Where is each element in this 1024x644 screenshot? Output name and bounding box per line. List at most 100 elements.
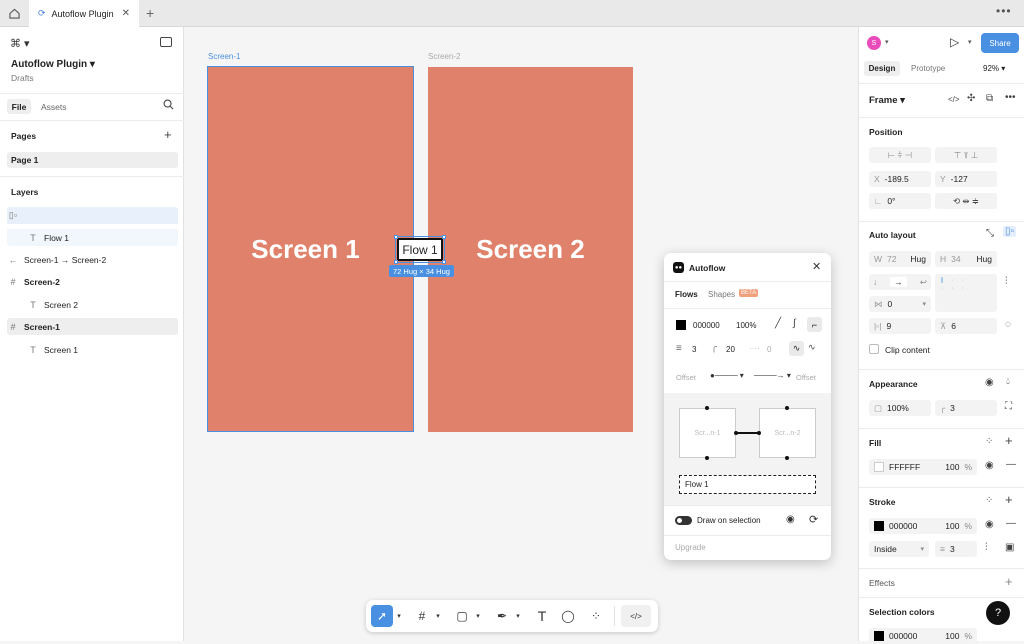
color-swatch[interactable] <box>676 320 686 330</box>
eye-icon[interactable]: ◉ <box>985 460 994 471</box>
share-button[interactable]: Share <box>981 33 1019 53</box>
stroke-settings-icon[interactable]: ⫶ <box>985 542 988 553</box>
layer-screen-1-text[interactable]: T Screen 1 <box>7 341 178 358</box>
layer-autolayout-frame[interactable]: ▯▫ <box>7 207 178 224</box>
align-horizontal-group[interactable]: ⊢ ⫩ ⊣ <box>869 147 931 163</box>
flow-name-input[interactable]: Flow 1 <box>679 475 816 494</box>
sidebar-toggle-icon[interactable] <box>160 37 172 47</box>
transform-group[interactable]: ⟲ ⇹ ≑ <box>935 193 997 209</box>
eye-icon[interactable]: ◉ <box>786 514 795 525</box>
gap-field[interactable]: ⋈ 0 ▾ <box>869 296 931 312</box>
frame-screen-2[interactable]: Screen 2 <box>428 67 633 432</box>
frame-screen-1[interactable]: Screen 1 <box>207 66 414 432</box>
comment-tool-icon[interactable]: ◯ <box>558 605 578 627</box>
resize-handle-tr[interactable] <box>442 235 446 239</box>
layer-flow-1[interactable]: T Flow 1 <box>7 229 178 246</box>
add-page-icon[interactable]: + <box>164 127 172 142</box>
stroke-weight-field[interactable]: ≡ 3 <box>935 541 977 557</box>
upgrade-link[interactable]: Upgrade <box>675 543 706 552</box>
close-icon[interactable]: ✕ <box>812 260 821 273</box>
padding-vertical-field[interactable]: ⊼ 6 <box>935 318 997 334</box>
page-item-1[interactable]: Page 1 <box>7 152 178 168</box>
independent-corners-icon[interactable]: ⛶ <box>1005 401 1012 412</box>
dash-value[interactable]: 0 <box>767 345 771 354</box>
tab-design[interactable]: Design <box>864 61 900 76</box>
frame-label-screen-1[interactable]: Screen-1 <box>208 52 240 61</box>
start-cap-select[interactable]: ●──── ▾ <box>710 371 744 380</box>
clip-content-checkbox[interactable] <box>869 344 879 354</box>
main-menu-icon[interactable]: ⌘ ▾ <box>10 37 30 50</box>
color-opacity[interactable]: 100% <box>736 321 756 330</box>
elbow-line-icon[interactable]: ⌐ <box>807 317 822 332</box>
text-tool-icon[interactable]: T <box>532 605 552 627</box>
help-icon[interactable]: ? <box>986 601 1010 625</box>
chevron-down-icon[interactable]: ▾ <box>474 605 482 627</box>
direction-group[interactable]: ↓ → ↩ <box>869 274 931 290</box>
layer-screen-2-frame[interactable]: # Screen-2 <box>7 273 178 290</box>
play-icon[interactable]: ▷ <box>950 35 959 49</box>
add-stroke-icon[interactable]: + <box>1005 492 1013 507</box>
tab-file[interactable]: File <box>7 99 31 114</box>
styles-icon[interactable]: ⁘ <box>985 436 993 447</box>
frame-tool-icon[interactable]: # <box>412 605 432 627</box>
tab-flows[interactable]: Flows <box>675 290 698 299</box>
flow-label-node[interactable]: Flow 1 <box>395 236 445 263</box>
dev-mode-toggle[interactable]: </> <box>621 605 651 627</box>
fill-field[interactable]: FFFFFF 100% <box>869 459 977 475</box>
width-field[interactable]: W 72 Hug <box>869 251 931 267</box>
y-field[interactable]: Y -127 <box>935 171 997 187</box>
add-fill-icon[interactable]: + <box>1005 433 1013 448</box>
rectangle-tool-icon[interactable]: ▢ <box>452 605 472 627</box>
home-icon[interactable] <box>0 0 28 27</box>
corner-radius-value[interactable]: 20 <box>726 345 735 354</box>
refresh-icon[interactable]: ⟳ <box>809 513 818 526</box>
frame-label-screen-2[interactable]: Screen-2 <box>428 52 460 61</box>
code-icon[interactable]: </> <box>948 95 960 104</box>
alignment-grid[interactable]: ⫾·· ··· <box>935 274 997 312</box>
frame-type-select[interactable]: Frame ▾ <box>869 95 905 106</box>
color-hex[interactable]: 000000 <box>693 321 720 330</box>
stroke-sides-icon[interactable]: ▣ <box>1005 542 1014 553</box>
blend-mode-icon[interactable]: 💧︎ <box>1006 376 1010 387</box>
advanced-settings-icon[interactable]: ⫶ <box>1005 276 1008 287</box>
component-icon[interactable]: ✣ <box>967 93 975 104</box>
eye-icon[interactable]: ◉ <box>985 377 994 388</box>
align-vertical-group[interactable]: ⊤ ⫪ ⊥ <box>935 147 997 163</box>
styles-icon[interactable]: ⁘ <box>985 495 993 506</box>
height-field[interactable]: H 34 Hug <box>935 251 997 267</box>
resize-handle-tl[interactable] <box>394 235 398 239</box>
straight-line-icon[interactable]: ╱ <box>775 318 781 329</box>
solid-line-icon[interactable]: ∿ <box>789 341 804 356</box>
resize-handle-bl[interactable] <box>394 260 398 264</box>
pen-tool-icon[interactable]: ✒ <box>492 605 512 627</box>
layer-screen-2-text[interactable]: T Screen 2 <box>7 296 178 313</box>
rotation-field[interactable]: ∟ 0° <box>869 193 931 209</box>
move-tool-icon[interactable]: ➚ <box>371 605 393 627</box>
end-cap-select[interactable]: ────→ ▾ <box>754 371 791 380</box>
close-icon[interactable]: ✕ <box>122 8 130 19</box>
curve-line-icon[interactable]: ∫ <box>793 318 796 329</box>
tab-assets[interactable]: Assets <box>41 102 67 112</box>
layer-connector[interactable]: ← Screen-1 → Screen-2 <box>7 251 178 268</box>
new-tab-icon[interactable]: + <box>146 5 154 21</box>
chevron-down-icon[interactable]: ▾ <box>968 38 972 46</box>
actions-tool-icon[interactable]: ⁘ <box>586 605 606 627</box>
x-field[interactable]: X -189.5 <box>869 171 931 187</box>
stroke-field[interactable]: 000000 100% <box>869 518 977 534</box>
dashed-line-icon[interactable]: ∿ <box>808 342 816 353</box>
resize-handle-br[interactable] <box>442 260 446 264</box>
more-icon[interactable]: ••• <box>1005 92 1016 103</box>
layer-opacity-field[interactable]: ▢ 100% <box>869 400 931 416</box>
chevron-down-icon[interactable]: ▾ <box>395 605 403 627</box>
search-icon[interactable] <box>163 99 174 112</box>
chevron-down-icon[interactable]: ▾ <box>885 38 889 46</box>
remove-fill-icon[interactable]: — <box>1006 459 1016 470</box>
draw-on-selection-toggle[interactable] <box>675 516 692 525</box>
independent-padding-icon[interactable]: ◌ <box>1005 319 1011 330</box>
collapse-icon[interactable]: ⤡ <box>986 228 994 239</box>
layer-screen-1-frame[interactable]: # Screen-1 <box>7 318 178 335</box>
selection-color-field[interactable]: 000000 100% <box>869 628 977 644</box>
layout-settings-icon[interactable]: ▯▫ <box>1003 226 1017 237</box>
chevron-down-icon[interactable]: ▾ <box>514 605 522 627</box>
avatar[interactable]: S <box>867 36 881 50</box>
